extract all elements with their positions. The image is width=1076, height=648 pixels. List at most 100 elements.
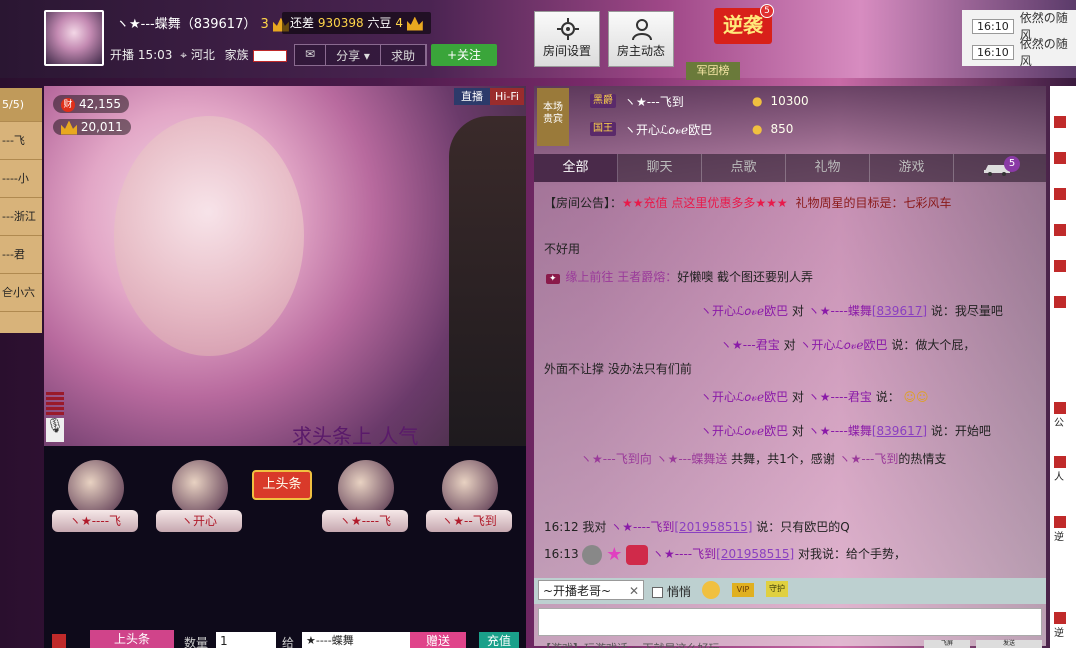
audience-item[interactable]: ---飞: [0, 122, 42, 160]
chat-nick[interactable]: ヽ开心ℒ𝑜𝓋ℯ欧巴: [700, 390, 788, 404]
tab-gifts[interactable]: 礼物: [786, 154, 870, 182]
headline-sign[interactable]: 上头条: [252, 470, 312, 500]
rank-item[interactable]: ヽ★--飞到: [426, 460, 512, 534]
rank-item[interactable]: ヽ★----飞: [52, 460, 138, 534]
chat-target[interactable]: ヽ★----蝶舞: [808, 304, 872, 318]
audience-item[interactable]: ---君: [0, 236, 42, 274]
chat-target-value: ~开播老哥~: [543, 584, 612, 598]
rank-strip-item[interactable]: 公: [1054, 402, 1076, 429]
wealth-stat: 20,011: [53, 119, 131, 135]
owner-feed-button[interactable]: 房主动态: [608, 11, 674, 67]
microphone-icon[interactable]: 🎙: [46, 418, 64, 442]
chat-nick[interactable]: ヽ★----飞到: [652, 547, 716, 561]
rank-item[interactable]: ヽ★----飞: [322, 460, 408, 534]
chat-nick[interactable]: ヽ★---飞到向: [580, 452, 652, 466]
chat-nick[interactable]: ヽ开心ℒ𝑜𝓋ℯ欧巴: [700, 424, 788, 438]
chat-nick[interactable]: ヽ★---君宝: [720, 338, 780, 352]
rank-strip-item[interactable]: [1054, 224, 1076, 244]
tab-games[interactable]: 游戏: [870, 154, 954, 182]
tab-chat[interactable]: 聊天: [618, 154, 702, 182]
rank-item[interactable]: ヽ开心: [156, 460, 242, 534]
quantity-input[interactable]: 1: [216, 632, 276, 648]
help-button[interactable]: 求助: [381, 45, 426, 65]
vip-emoji-button[interactable]: VIP: [732, 583, 754, 597]
audience-item[interactable]: ----小: [0, 160, 42, 198]
audience-item[interactable]: 仺小六: [0, 274, 42, 312]
message-button[interactable]: ✉: [295, 45, 327, 65]
chat-text: 说：只有欧巴的Q: [756, 520, 850, 534]
tab-all[interactable]: 全部: [534, 154, 618, 182]
chat-target-id[interactable]: [839617]: [872, 424, 927, 438]
room-settings-button[interactable]: 房间设置: [534, 11, 600, 67]
car-count-badge: 5: [1004, 156, 1020, 172]
chat-target[interactable]: ヽ开心ℒ𝑜𝓋ℯ欧巴: [799, 338, 887, 352]
live-button[interactable]: 直播: [454, 88, 490, 105]
rank-name: ヽ★----飞: [68, 514, 122, 528]
host-name[interactable]: ヽ★---蝶舞（839617）: [116, 17, 256, 32]
chat-input[interactable]: [538, 608, 1042, 636]
vip-row[interactable]: 黑爵 ヽ★---飞到 ● 10300: [590, 90, 809, 112]
rank-strip-item[interactable]: 人: [1054, 456, 1076, 483]
chat-target-id[interactable]: [201958515]: [716, 547, 794, 561]
badge-icon: [1054, 260, 1066, 272]
chat-target-id[interactable]: [839617]: [872, 304, 927, 318]
gift-select-button[interactable]: 上头条: [90, 630, 174, 648]
guard-emoji-button[interactable]: 守护: [766, 581, 788, 597]
gap-label: 还差: [290, 16, 315, 30]
follow-button[interactable]: +关注: [431, 44, 497, 66]
chat-nick[interactable]: ヽ★----飞到: [610, 520, 674, 534]
vip-box-label: 本场 贵宾: [537, 88, 569, 146]
fans-count: 42,155: [79, 97, 121, 111]
rank-strip-item[interactable]: 逆: [1054, 612, 1076, 639]
close-icon[interactable]: ✕: [629, 581, 639, 601]
chat-line: ヽ开心ℒ𝑜𝓋ℯ欧巴 对 ヽ★----蝶舞[839617] 说：开始吧: [700, 422, 991, 439]
chat-nick[interactable]: ヽ开心ℒ𝑜𝓋ℯ欧巴: [700, 304, 788, 318]
chat-target[interactable]: ヽ★---蝶舞送: [656, 452, 728, 466]
chat-line: ヽ★---君宝 对 ヽ开心ℒ𝑜𝓋ℯ欧巴 说：做大个屁，: [720, 336, 975, 353]
chat-line: 16:13 ★ ヽ★----飞到[201958515] 对我说：给个手势，: [544, 544, 906, 565]
recharge-button[interactable]: 充值: [479, 632, 519, 648]
rank-strip-item[interactable]: [1054, 116, 1076, 136]
host-level: 3: [260, 17, 269, 32]
start-time: 开播 15:03: [110, 48, 173, 62]
chat-target[interactable]: ヽ★----君宝: [808, 390, 872, 404]
emoji-button[interactable]: [702, 581, 720, 599]
chat-nick[interactable]: 缘上前往 王者爵熔：: [565, 270, 677, 284]
rank-strip-item[interactable]: [1054, 296, 1076, 316]
share-button[interactable]: 分享 ▾: [326, 45, 381, 65]
fly-screen-button[interactable]: 飞屏: [924, 640, 970, 648]
family-badge-icon[interactable]: [252, 49, 287, 62]
vip-row[interactable]: 国王 ヽ开心ℒ𝑜𝓋ℯ欧巴 ● 850: [590, 118, 793, 140]
chat-to: 对: [791, 390, 804, 404]
tab-songs[interactable]: 点歌: [702, 154, 786, 182]
rank-strip-item[interactable]: [1054, 152, 1076, 172]
recipient-select[interactable]: ★----蝶舞: [302, 632, 410, 648]
private-toggle[interactable]: 悄悄: [652, 583, 691, 600]
vip-coins: 10300: [770, 94, 809, 108]
ticker-text[interactable]: 依然の随风: [1020, 35, 1076, 69]
legion-rank-button[interactable]: 军团榜: [686, 62, 740, 80]
gift-icon[interactable]: [52, 634, 66, 648]
private-checkbox[interactable]: [652, 587, 663, 598]
host-avatar[interactable]: [44, 10, 104, 66]
wealth-icon: 财: [61, 97, 75, 112]
video-player[interactable]: [44, 86, 526, 446]
hifi-button[interactable]: Hi-Fi: [490, 88, 524, 105]
chat-target-select[interactable]: ~开播老哥~ ✕: [538, 580, 644, 600]
announce-link[interactable]: ★★充值 点这里优惠多多★★★: [622, 196, 788, 210]
ticker-row: 16:10 依然の随风: [972, 37, 1076, 68]
chat-to: 对: [791, 424, 804, 438]
audience-item[interactable]: ---浙江: [0, 198, 42, 236]
rank-strip-item[interactable]: [1054, 188, 1076, 208]
nixi-count-badge: 5: [760, 4, 774, 18]
chat-text: 的热情支: [898, 452, 947, 466]
rank-strip-item[interactable]: 逆: [1054, 516, 1076, 543]
coin-icon: ●: [752, 94, 763, 108]
chat-target-id[interactable]: [201958515]: [674, 520, 752, 534]
give-button[interactable]: 赠送: [410, 632, 466, 648]
chat-nick[interactable]: ヽ★---飞到: [839, 452, 899, 466]
rank-strip-item[interactable]: [1054, 260, 1076, 280]
chat-target[interactable]: ヽ★----蝶舞: [808, 424, 872, 438]
send-button[interactable]: 发送: [976, 640, 1042, 648]
volume-bars-icon[interactable]: [46, 392, 64, 416]
